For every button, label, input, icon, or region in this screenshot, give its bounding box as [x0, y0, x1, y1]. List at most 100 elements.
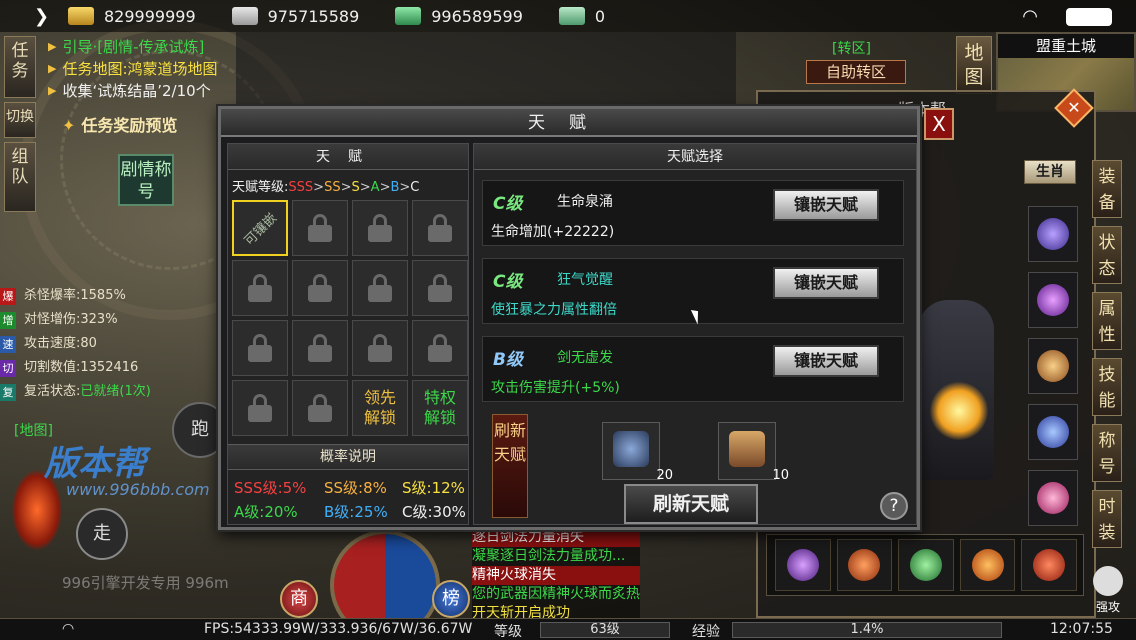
tab-status[interactable]: 状态	[1092, 226, 1122, 284]
lock-icon	[308, 334, 332, 362]
wifi-icon: ◠	[62, 621, 75, 637]
skill-green-icon	[909, 549, 942, 581]
strong-attack-icon	[1093, 566, 1123, 596]
chat-line: 凝聚逐日剑法力量成功...	[472, 547, 640, 566]
bound-money-icon	[558, 7, 585, 25]
tab-attributes[interactable]: 属性	[1092, 292, 1122, 350]
stat-row: 切切割数值: 1352416	[0, 356, 200, 380]
tab-task[interactable]: 任务	[4, 36, 36, 98]
refresh-talent-button[interactable]: 刷新天赋	[624, 484, 758, 524]
talent-slot-locked[interactable]	[412, 260, 468, 316]
reward-preview[interactable]: ✦ 任务奖励预览	[62, 112, 177, 136]
map-button[interactable]: 地图	[956, 36, 992, 94]
talent-slot-locked[interactable]	[292, 200, 348, 256]
embed-talent-button[interactable]: 镶嵌天赋	[773, 267, 879, 299]
lock-icon	[368, 274, 392, 302]
bound-money-value: 0	[594, 6, 606, 26]
material-slot[interactable]: 10	[718, 422, 789, 483]
skill-slot[interactable]	[1021, 539, 1077, 591]
embed-talent-button[interactable]: 镶嵌天赋	[773, 189, 879, 221]
privilege-unlock-slot[interactable]: 特权解锁	[412, 380, 468, 436]
tab-skills[interactable]: 技能	[1092, 358, 1122, 416]
stat-tag: 速	[0, 335, 16, 353]
skill-slot[interactable]	[898, 539, 954, 591]
zodiac-button[interactable]: 生肖	[1024, 160, 1076, 184]
skill-purple-icon	[786, 549, 819, 581]
exp-bar: 1.4%	[732, 622, 1002, 638]
talent-slot-locked[interactable]	[412, 320, 468, 376]
minimap-title: 盟重土城	[998, 34, 1134, 58]
zone-link[interactable]: [转区]	[832, 38, 871, 58]
talent-choice-header: 天赋选择	[474, 144, 916, 170]
stat-value: 已就绪(1次)	[80, 384, 151, 399]
tab-equipment[interactable]: 装备	[1092, 160, 1122, 218]
quest-item[interactable]: ▶ 收集‘试炼结晶’2/10个	[48, 80, 248, 102]
talent-pane-header: 天赋	[228, 144, 468, 170]
stat-value: 80	[80, 336, 97, 351]
talent-slot-embeddable[interactable]: 可镶嵌	[232, 200, 288, 256]
strong-attack-button[interactable]: 强攻	[1088, 566, 1128, 614]
talent-slots-pane: 天赋 天赋等级:SSS>SS>S>A>B>C 可镶嵌 领先解锁 特权解锁 概率说…	[227, 143, 469, 525]
material-slot[interactable]: 20	[602, 422, 673, 483]
skill-slot[interactable]	[836, 539, 893, 591]
talent-slot-locked[interactable]	[352, 200, 408, 256]
triangle-icon: ▶	[48, 40, 57, 53]
talent-slot-locked[interactable]	[292, 260, 348, 316]
prob-b: B级:25%	[324, 503, 388, 521]
gold-ingot-icon	[68, 7, 94, 25]
shop-button[interactable]: 商	[280, 580, 318, 618]
skill-slot[interactable]	[775, 539, 831, 591]
chat-log: 逐日剑法力量消失 凝聚逐日剑法力量成功... 精神火球消失 您的武器因精神火球而…	[472, 528, 640, 623]
expand-arrow-icon[interactable]: ❯	[34, 6, 54, 27]
resource-bar: ❯ 829999999 975715589 996589599 0 ◠	[0, 0, 1136, 32]
stat-label: 对怪增伤:	[24, 312, 81, 327]
tab-team[interactable]: 组队	[4, 142, 36, 212]
zone-transfer-button[interactable]: 自助转区	[806, 60, 906, 84]
talent-slot-locked[interactable]	[352, 320, 408, 376]
help-button[interactable]: ?	[880, 492, 908, 520]
talent-choice-pane: 天赋选择 C级 生命泉涌 生命增加(+22222) 镶嵌天赋 C级 狂气觉醒 使…	[473, 143, 917, 525]
walk-button[interactable]: 走	[76, 508, 128, 560]
talent-slot-locked[interactable]	[232, 260, 288, 316]
tab-switch[interactable]: 切换	[4, 102, 36, 138]
dev-watermark: 996引擎开发专用 996m	[62, 574, 229, 592]
story-title-button[interactable]: 剧情称号	[118, 154, 174, 206]
lock-icon	[428, 214, 452, 242]
quest-item[interactable]: ▶ 引导·[剧情-传承试炼]	[48, 36, 248, 58]
equip-slot[interactable]	[1028, 272, 1078, 328]
tab-titles[interactable]: 称号	[1092, 424, 1122, 482]
talent-grade: C级	[493, 194, 523, 214]
scroll-gem-icon	[1037, 218, 1069, 250]
stat-tag: 复	[0, 383, 16, 401]
fps-readout: FPS:54333.99W/333.936/67W/36.67W	[204, 621, 473, 637]
tier-label: 天赋等级:	[232, 180, 289, 195]
equip-slot[interactable]	[1028, 404, 1078, 460]
equip-slot[interactable]	[1028, 470, 1078, 526]
talent-desc: 使狂暴之力属性翻倍	[491, 302, 617, 318]
tab-fashion[interactable]: 时装	[1092, 490, 1122, 548]
privilege-unlock-label: 特权解锁	[423, 388, 456, 427]
blue-stone-icon	[613, 431, 649, 467]
talent-slot-locked[interactable]	[292, 380, 348, 436]
talent-slot-locked[interactable]	[232, 380, 288, 436]
wifi-icon: ◠	[1022, 6, 1038, 27]
stat-tag: 爆	[0, 287, 16, 305]
embed-talent-button[interactable]: 镶嵌天赋	[773, 345, 879, 377]
talent-slot-locked[interactable]	[232, 320, 288, 376]
triangle-icon: ▶	[48, 84, 57, 97]
talent-slot-locked[interactable]	[412, 200, 468, 256]
talent-slot-locked[interactable]	[352, 260, 408, 316]
talent-close-button[interactable]: X	[924, 108, 954, 140]
equip-slot[interactable]	[1028, 338, 1078, 394]
talent-slot-locked[interactable]	[292, 320, 348, 376]
skill-slot[interactable]	[959, 539, 1016, 591]
rank-button[interactable]: 榜	[432, 580, 470, 618]
lock-icon	[428, 274, 452, 302]
equip-slot[interactable]	[1028, 206, 1078, 262]
lock-icon	[248, 334, 272, 362]
lead-unlock-slot[interactable]: 领先解锁	[352, 380, 408, 436]
quest-item[interactable]: ▶ 任务地图:鸿蒙道场地图	[48, 58, 248, 80]
talent-card: B级 剑无虚发 攻击伤害提升(+5%) 镶嵌天赋	[482, 336, 904, 402]
stat-label: 攻击速度:	[24, 336, 81, 351]
stat-tag: 增	[0, 311, 16, 329]
